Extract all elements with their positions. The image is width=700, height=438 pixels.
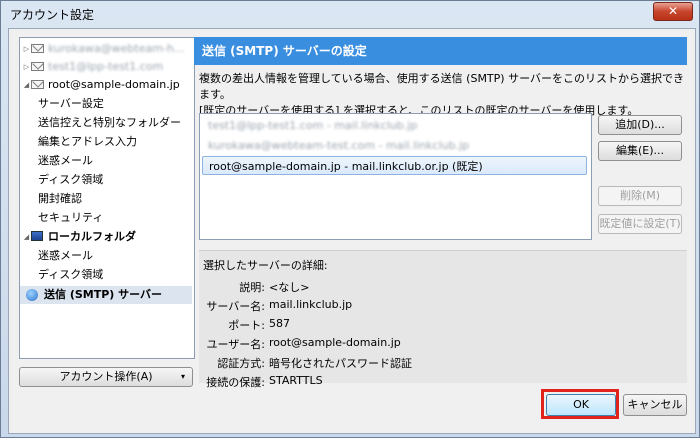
collapse-icon[interactable]: ◢: [22, 228, 31, 246]
detail-value-description: <なし>: [269, 281, 310, 294]
tree-item-copies-folders[interactable]: 送信控えと特別なフォルダー: [20, 114, 192, 132]
expand-icon[interactable]: ▷: [22, 58, 31, 76]
tree-item-security[interactable]: セキュリティ: [20, 209, 192, 227]
server-details: 選択したサーバーの詳細: 説明: <なし> サーバー名: mail.linkcl…: [199, 250, 687, 389]
cancel-button[interactable]: キャンセル: [623, 394, 687, 416]
tree-item-receipts[interactable]: 開封確認: [20, 190, 192, 208]
ok-button[interactable]: OK: [546, 394, 616, 416]
account-settings-window: アカウント設定 ✕ ▷ kurokawa@webteam-h... ▷ test…: [0, 0, 700, 438]
mail-account-icon: [31, 80, 44, 89]
tree-item-local-disk[interactable]: ディスク領域: [20, 266, 192, 284]
window-title: アカウント設定: [10, 8, 95, 22]
account-actions-button[interactable]: アカウント操作(A) ▾: [19, 367, 193, 387]
panel-description: 複数の差出人情報を管理している場合、使用する送信 (SMTP) サーバーをこのリ…: [199, 72, 684, 117]
dialog-body: ▷ kurokawa@webteam-h... ▷ test1@lpp-test…: [8, 28, 696, 434]
collapse-icon[interactable]: ◢: [22, 76, 31, 94]
mail-account-icon: [31, 44, 44, 53]
tree-item-account-1[interactable]: ▷ kurokawa@webteam-h...: [20, 40, 192, 58]
details-title: 選択したサーバーの詳細:: [203, 259, 328, 272]
detail-value-port: 587: [269, 317, 290, 330]
tree-item-local-junk[interactable]: 迷惑メール: [20, 247, 192, 265]
server-list-item[interactable]: kurokawa@webteam-test.com - mail.linkclu…: [202, 136, 587, 155]
tree-item-account-2[interactable]: ▷ test1@lpp-test1.com: [20, 58, 192, 76]
tree-item-label: test1@lpp-test1.com: [48, 60, 164, 73]
tree-item-smtp[interactable]: 送信 (SMTP) サーバー: [20, 286, 192, 304]
detail-label-description: 説明:: [239, 281, 265, 294]
title-bar: アカウント設定 ✕: [1, 1, 699, 27]
tree-item-server-settings[interactable]: サーバー設定: [20, 95, 192, 113]
server-list-item[interactable]: test1@lpp-test1.com - mail.linkclub.jp: [202, 116, 587, 135]
outgoing-server-icon: [26, 289, 38, 301]
mail-account-icon: [31, 62, 44, 71]
detail-label-auth: 認証方式:: [217, 357, 265, 370]
detail-value-server: mail.linkclub.jp: [269, 298, 353, 311]
server-list-item-selected[interactable]: root@sample-domain.jp - mail.linkclub.or…: [202, 156, 587, 175]
detail-label-username: ユーザー名:: [206, 338, 266, 351]
detail-label-server: サーバー名:: [206, 300, 265, 313]
detail-value-username: root@sample-domain.jp: [269, 336, 401, 349]
expand-icon[interactable]: ▷: [22, 40, 31, 58]
tree-item-account-3[interactable]: ◢ root@sample-domain.jp: [20, 76, 192, 94]
edit-button[interactable]: 編集(E)...: [598, 141, 682, 161]
detail-value-security: STARTTLS: [269, 374, 323, 387]
detail-label-port: ポート:: [228, 319, 265, 332]
tree-item-label: kurokawa@webteam-h...: [48, 42, 185, 55]
delete-button[interactable]: 削除(M): [598, 186, 682, 206]
account-tree[interactable]: ▷ kurokawa@webteam-h... ▷ test1@lpp-test…: [19, 37, 195, 359]
tree-item-composition[interactable]: 編集とアドレス入力: [20, 133, 192, 151]
tree-item-disk-space[interactable]: ディスク領域: [20, 171, 192, 189]
computer-icon: [31, 231, 43, 241]
detail-value-auth: 暗号化されたパスワード認証: [269, 357, 412, 370]
set-default-button[interactable]: 既定値に設定(T): [598, 214, 682, 234]
panel-heading: 送信 (SMTP) サーバーの設定: [194, 37, 687, 65]
tree-item-local-folders[interactable]: ◢ ローカルフォルダ: [20, 228, 192, 246]
detail-label-security: 接続の保護:: [206, 376, 265, 389]
smtp-server-list[interactable]: test1@lpp-test1.com - mail.linkclub.jp k…: [199, 113, 592, 240]
tree-item-label: root@sample-domain.jp: [48, 78, 180, 91]
add-button[interactable]: 追加(D)...: [598, 115, 682, 135]
tree-item-junk[interactable]: 迷惑メール: [20, 152, 192, 170]
close-button[interactable]: ✕: [653, 2, 693, 21]
